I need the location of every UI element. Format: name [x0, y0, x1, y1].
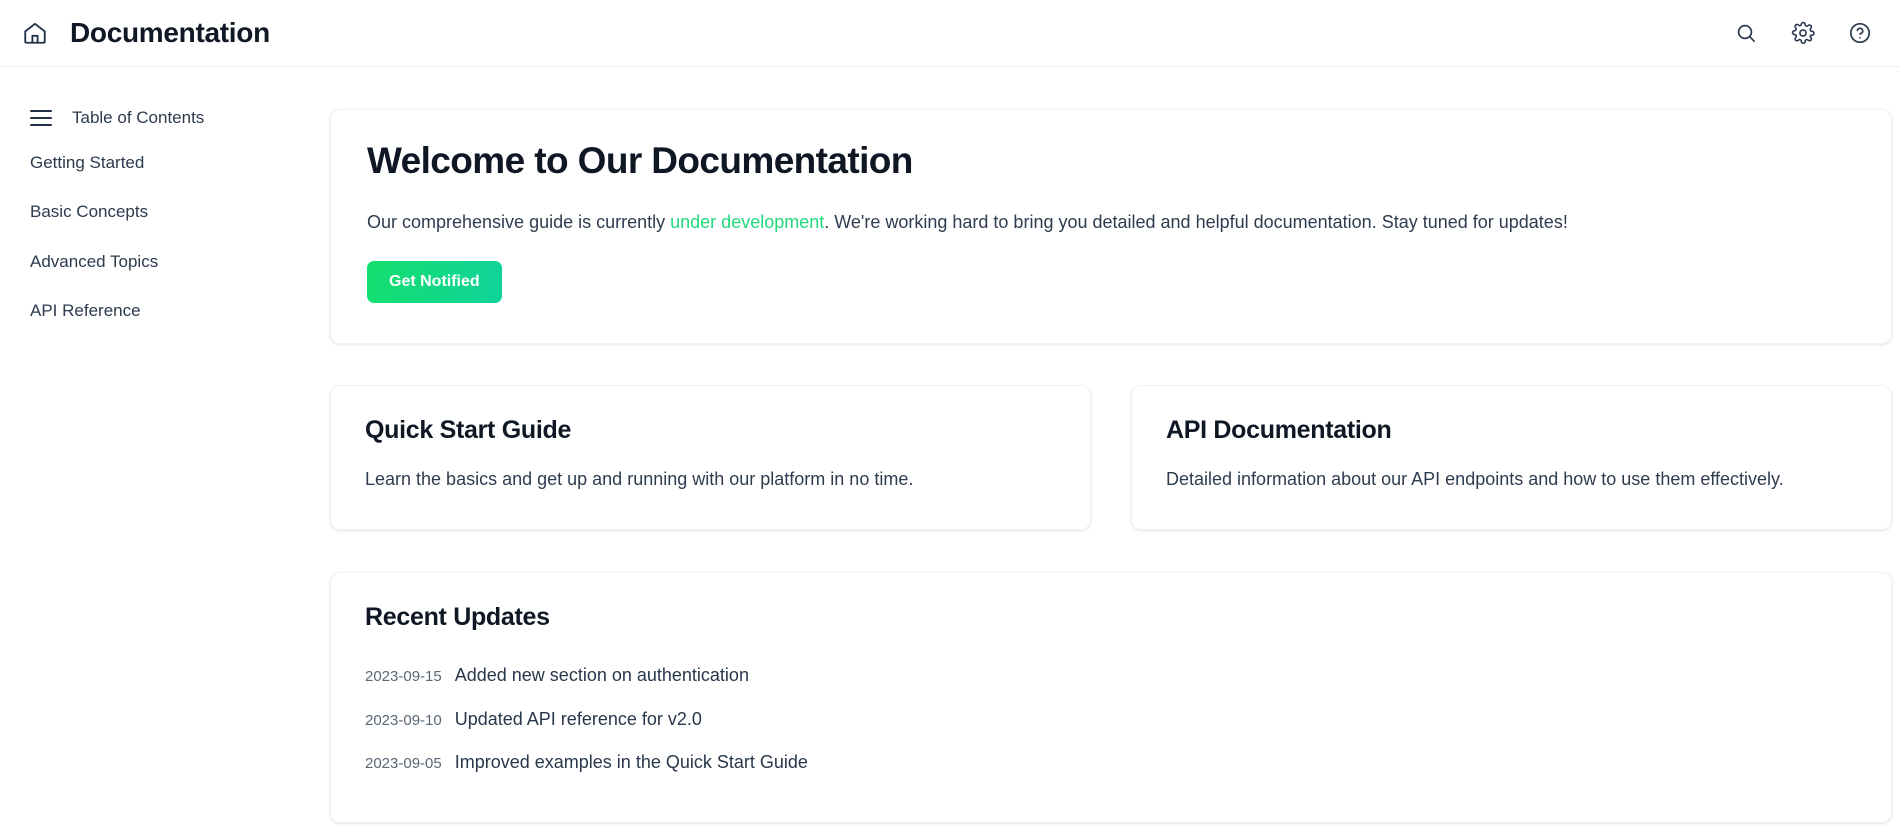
sidebar: Table of Contents Getting Started Basic …	[0, 67, 330, 335]
hero-text-before: Our comprehensive guide is currently	[367, 211, 671, 232]
quick-start-guide-card[interactable]: Quick Start Guide Learn the basics and g…	[330, 384, 1091, 530]
update-text: Updated API reference for v2.0	[454, 708, 702, 729]
help-icon[interactable]	[1848, 21, 1872, 45]
sidebar-nav-list: Getting Started Basic Concepts Advanced …	[30, 138, 330, 335]
header-actions	[1734, 21, 1872, 45]
recent-updates-title: Recent Updates	[365, 602, 550, 631]
app-header: Documentation	[0, 0, 1900, 67]
gear-icon[interactable]	[1791, 21, 1815, 45]
list-item[interactable]: 2023-09-15 Added new section on authenti…	[365, 654, 1857, 697]
api-documentation-title: API Documentation	[1166, 415, 1392, 444]
get-notified-button[interactable]: Get Notified	[367, 260, 502, 303]
update-date: 2023-09-05	[365, 754, 442, 772]
update-text: Improved examples in the Quick Start Gui…	[454, 751, 808, 772]
hero-title: Welcome to Our Documentation	[367, 140, 913, 181]
recent-updates-list: 2023-09-15 Added new section on authenti…	[365, 654, 1857, 784]
list-item[interactable]: 2023-09-05 Improved examples in the Quic…	[365, 741, 1857, 784]
list-item[interactable]: 2023-09-10 Updated API reference for v2.…	[365, 698, 1857, 741]
api-documentation-text: Detailed information about our API endpo…	[1166, 469, 1784, 490]
hero-text-after: . We're working hard to bring you detail…	[824, 211, 1568, 232]
sidebar-item-basic-concepts[interactable]: Basic Concepts	[30, 187, 330, 236]
update-date: 2023-09-10	[365, 711, 442, 729]
update-text: Added new section on authentication	[454, 665, 749, 686]
sidebar-item-advanced-topics[interactable]: Advanced Topics	[30, 237, 330, 286]
quick-start-guide-text: Learn the basics and get up and running …	[365, 469, 914, 490]
hero-card: Welcome to Our Documentation Our compreh…	[330, 109, 1892, 344]
feature-card-row: Quick Start Guide Learn the basics and g…	[330, 384, 1892, 530]
page-layout: Table of Contents Getting Started Basic …	[0, 67, 1900, 823]
search-icon[interactable]	[1734, 21, 1758, 45]
api-documentation-card[interactable]: API Documentation Detailed information a…	[1131, 384, 1892, 530]
main-content: Welcome to Our Documentation Our compreh…	[330, 67, 1900, 823]
sidebar-item-api-reference[interactable]: API Reference	[30, 286, 330, 335]
under-development-link[interactable]: under development	[670, 212, 824, 232]
brand[interactable]: Documentation	[22, 19, 270, 47]
hero-description: Our comprehensive guide is currently und…	[367, 209, 1855, 235]
page-title: Documentation	[70, 17, 270, 48]
home-icon[interactable]	[22, 20, 48, 46]
quick-start-guide-title: Quick Start Guide	[365, 415, 572, 444]
hamburger-icon[interactable]	[30, 109, 52, 126]
sidebar-item-getting-started[interactable]: Getting Started	[30, 138, 330, 187]
table-of-contents-label: Table of Contents	[72, 108, 205, 127]
update-date: 2023-09-15	[365, 668, 442, 686]
recent-updates-card: Recent Updates 2023-09-15 Added new sect…	[330, 571, 1892, 823]
table-of-contents-header[interactable]: Table of Contents	[30, 109, 330, 126]
